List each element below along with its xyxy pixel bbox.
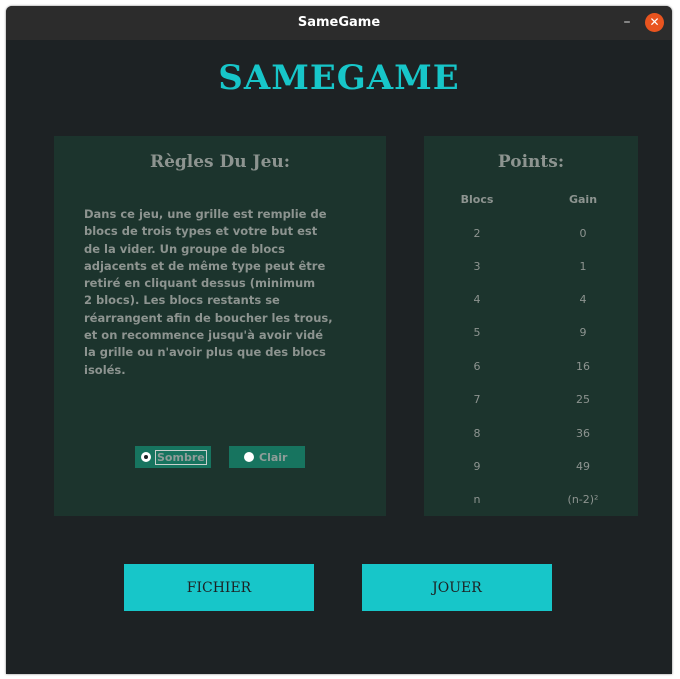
minimize-button[interactable]: – — [618, 13, 636, 31]
points-cell-blocs: 4 — [473, 293, 481, 306]
points-panel: Points: Blocs Gain 2 0 3 1 4 4 5 9 6 16 … — [424, 136, 638, 516]
points-cell-gain: 49 — [576, 460, 590, 473]
jouer-button[interactable]: JOUER — [362, 564, 552, 611]
theme-radio-sombre[interactable]: Sombre — [135, 446, 211, 468]
app-window: SameGame – ✕ SAMEGAME Règles Du Jeu: Dan… — [6, 6, 672, 674]
fichier-button[interactable]: FICHIER — [124, 564, 314, 611]
points-cell-blocs: 7 — [473, 393, 481, 406]
title-bar[interactable]: SameGame – ✕ — [6, 6, 672, 40]
points-cell-gain: 16 — [576, 360, 590, 373]
rules-panel: Règles Du Jeu: Dans ce jeu, une grille e… — [54, 136, 386, 516]
points-cell-blocs: 9 — [473, 460, 481, 473]
theme-radio-label: Sombre — [155, 449, 207, 465]
points-cell-blocs: 3 — [473, 260, 481, 273]
points-cell-blocs: 6 — [473, 360, 481, 373]
points-cell-gain: 4 — [579, 293, 587, 306]
points-cell-blocs: 8 — [473, 427, 481, 440]
points-cell-gain: 1 — [579, 260, 587, 273]
points-cell-blocs: 2 — [473, 227, 481, 240]
points-title: Points: — [497, 152, 565, 172]
points-cell-gain: 36 — [576, 427, 590, 440]
points-cell-gain: 9 — [579, 326, 587, 339]
rules-title: Règles Du Jeu: — [149, 152, 291, 172]
radio-unselected-icon[interactable] — [244, 452, 254, 462]
points-cell-blocs: n — [473, 493, 481, 506]
radio-selected-icon[interactable] — [141, 452, 151, 462]
points-header-gain: Gain — [568, 193, 598, 206]
window-title: SameGame — [297, 15, 381, 30]
points-cell-gain: 25 — [576, 393, 590, 406]
points-header-blocs: Blocs — [460, 193, 494, 206]
points-cell-blocs: 5 — [473, 326, 481, 339]
points-cell-gain: (n-2)² — [567, 493, 599, 506]
close-button[interactable]: ✕ — [645, 13, 664, 32]
theme-radio-clair[interactable]: Clair — [229, 446, 305, 468]
points-cell-gain: 0 — [579, 227, 587, 240]
app-heading: SAMEGAME — [218, 58, 460, 98]
rules-text: Dans ce jeu, une grille est remplie de b… — [84, 207, 333, 377]
theme-radio-label: Clair — [259, 450, 288, 464]
